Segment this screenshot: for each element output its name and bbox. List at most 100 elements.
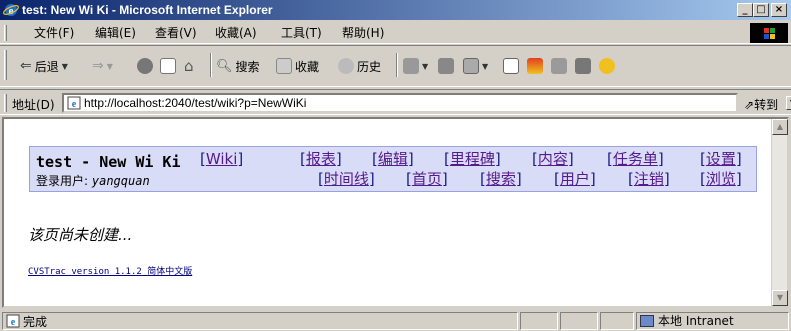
nav-edit[interactable]: [编辑]	[372, 151, 414, 168]
nav-browse-label[interactable]: 浏览	[706, 170, 736, 188]
close-button[interactable]: ×	[771, 3, 787, 17]
research-button[interactable]	[551, 51, 567, 81]
page-title: test - New Wi Ki	[36, 153, 181, 171]
history-icon	[338, 58, 354, 74]
scroll-up-icon[interactable]: ▲	[772, 119, 788, 135]
page-done-icon: e	[6, 314, 20, 328]
minimize-button[interactable]: _	[737, 3, 753, 17]
nav-reports[interactable]: [报表]	[300, 151, 342, 168]
messenger-button[interactable]	[527, 51, 543, 81]
title-bar[interactable]: e test: New Wi Ki - Microsoft Internet E…	[0, 0, 791, 20]
stop-button[interactable]	[137, 51, 153, 81]
media-icon	[575, 58, 591, 74]
toolbar-separator	[210, 53, 212, 77]
standard-toolbar: ⇐ 后退 ▼ ⇒ ▼ ⌂ 🔍︎ 搜索 收藏 历史 ▼ ▼	[0, 45, 791, 87]
history-label: 历史	[357, 59, 382, 74]
edit-icon	[463, 58, 479, 74]
toolbar-grip[interactable]	[4, 50, 7, 80]
nav-home-label[interactable]: 首页	[412, 170, 442, 188]
nav-users[interactable]: [用户]	[554, 171, 596, 188]
nav-users-label[interactable]: 用户	[560, 170, 590, 188]
mail-button[interactable]: ▼	[403, 51, 428, 81]
nav-home[interactable]: [首页]	[406, 171, 448, 188]
media-button[interactable]	[575, 51, 591, 81]
extra-tool-button[interactable]	[599, 51, 615, 81]
forward-arrow-icon: ⇒	[92, 58, 104, 74]
menu-favorites[interactable]: 收藏(A)	[215, 26, 257, 40]
favorites-button[interactable]: 收藏	[276, 51, 319, 81]
address-url: http://localhost:2040/test/wiki?p=NewWiK…	[84, 96, 307, 110]
back-label: 后退	[34, 59, 59, 74]
edit-dropdown-icon[interactable]: ▼	[482, 62, 488, 71]
history-button[interactable]: 历史	[338, 51, 381, 81]
nav-timeline[interactable]: [时间线]	[318, 171, 375, 188]
menu-edit[interactable]: 编辑(E)	[95, 26, 136, 40]
menu-tools[interactable]: 工具(T)	[281, 26, 322, 40]
ie-window: e test: New Wi Ki - Microsoft Internet E…	[0, 0, 791, 331]
discuss-button[interactable]	[503, 51, 519, 81]
nav-setup-label[interactable]: 设置	[706, 150, 736, 168]
nav-milestones[interactable]: [里程碑]	[444, 151, 501, 168]
back-dropdown-icon[interactable]: ▼	[62, 62, 68, 71]
home-button[interactable]: ⌂	[184, 51, 194, 81]
status-panel-main: e 完成	[2, 312, 518, 330]
search-label: 搜索	[235, 59, 260, 74]
go-label: 转到	[754, 98, 779, 112]
nav-wiki-label[interactable]: Wiki	[206, 150, 238, 168]
go-button[interactable]: ⇗转到	[744, 96, 778, 113]
windows-throbber-icon	[750, 23, 788, 43]
nav-tickets[interactable]: [任务单]	[607, 151, 664, 168]
nav-timeline-label[interactable]: 时间线	[324, 170, 369, 188]
nav-milestones-label[interactable]: 里程碑	[450, 150, 495, 168]
forward-dropdown-icon[interactable]: ▼	[107, 62, 113, 71]
menu-view[interactable]: 查看(V)	[155, 26, 197, 40]
nav-logout-label[interactable]: 注销	[634, 170, 664, 188]
forward-button[interactable]: ⇒ ▼	[92, 51, 113, 81]
nav-logout[interactable]: [注销]	[628, 171, 670, 188]
extra-tool-icon	[599, 58, 615, 74]
address-input[interactable]: e http://localhost:2040/test/wiki?p=NewW…	[62, 93, 791, 113]
svg-text:e: e	[72, 99, 77, 110]
status-zone-panel[interactable]: 本地 Intranet	[636, 312, 789, 330]
nav-contents[interactable]: [内容]	[532, 151, 574, 168]
nav-wiki[interactable]: [Wiki]	[200, 151, 243, 168]
address-bar: 地址(D) e http://localhost:2040/test/wiki?…	[0, 89, 791, 115]
nav-setup[interactable]: [设置]	[700, 151, 742, 168]
nav-reports-label[interactable]: 报表	[306, 150, 336, 168]
vertical-scrollbar[interactable]: ▲ ▼	[771, 119, 788, 306]
scroll-down-icon[interactable]: ▼	[772, 290, 788, 306]
menu-bar: 文件(F) 编辑(E) 查看(V) 收藏(A) 工具(T) 帮助(H)	[0, 22, 791, 44]
cvstrac-version-link[interactable]: CVSTrac version 1.1.2 简体中文版	[28, 264, 192, 277]
menu-grip[interactable]	[4, 25, 7, 41]
favorites-label: 收藏	[295, 59, 320, 74]
mail-dropdown-icon[interactable]: ▼	[422, 62, 428, 71]
status-panel-4	[600, 312, 634, 330]
discuss-icon	[503, 58, 519, 74]
nav-contents-label[interactable]: 内容	[538, 150, 568, 168]
nav-tickets-label[interactable]: 任务单	[613, 150, 658, 168]
refresh-button[interactable]	[160, 51, 176, 81]
print-button[interactable]	[438, 51, 454, 81]
menu-help[interactable]: 帮助(H)	[342, 26, 384, 40]
menu-file[interactable]: 文件(F)	[34, 26, 74, 40]
nav-browse[interactable]: [浏览]	[700, 171, 742, 188]
back-arrow-icon: ⇐	[20, 58, 32, 74]
address-grip[interactable]	[4, 94, 7, 112]
security-zone: 本地 Intranet	[658, 314, 734, 328]
nav-edit-label[interactable]: 编辑	[378, 150, 408, 168]
home-icon: ⌂	[184, 57, 194, 75]
messenger-icon	[527, 58, 543, 74]
address-label: 地址(D)	[12, 98, 55, 112]
maximize-button[interactable]: □	[753, 3, 769, 17]
page-viewport[interactable]: test - New Wi Ki 登录用户: yangquan [Wiki] […	[2, 117, 789, 308]
login-info: 登录用户: yangquan	[36, 174, 150, 188]
page-icon: e	[67, 96, 81, 110]
nav-search[interactable]: [搜索]	[480, 171, 522, 188]
address-dropdown-icon[interactable]: ▼	[786, 96, 791, 110]
cvstrac-header: test - New Wi Ki 登录用户: yangquan [Wiki] […	[29, 146, 757, 192]
nav-search-label[interactable]: 搜索	[486, 170, 516, 188]
search-button[interactable]: 🔍︎ 搜索	[216, 51, 260, 81]
back-button[interactable]: ⇐ 后退 ▼	[20, 51, 68, 81]
go-arrow-icon: ⇗	[744, 98, 755, 112]
edit-page-button[interactable]: ▼	[463, 51, 488, 81]
